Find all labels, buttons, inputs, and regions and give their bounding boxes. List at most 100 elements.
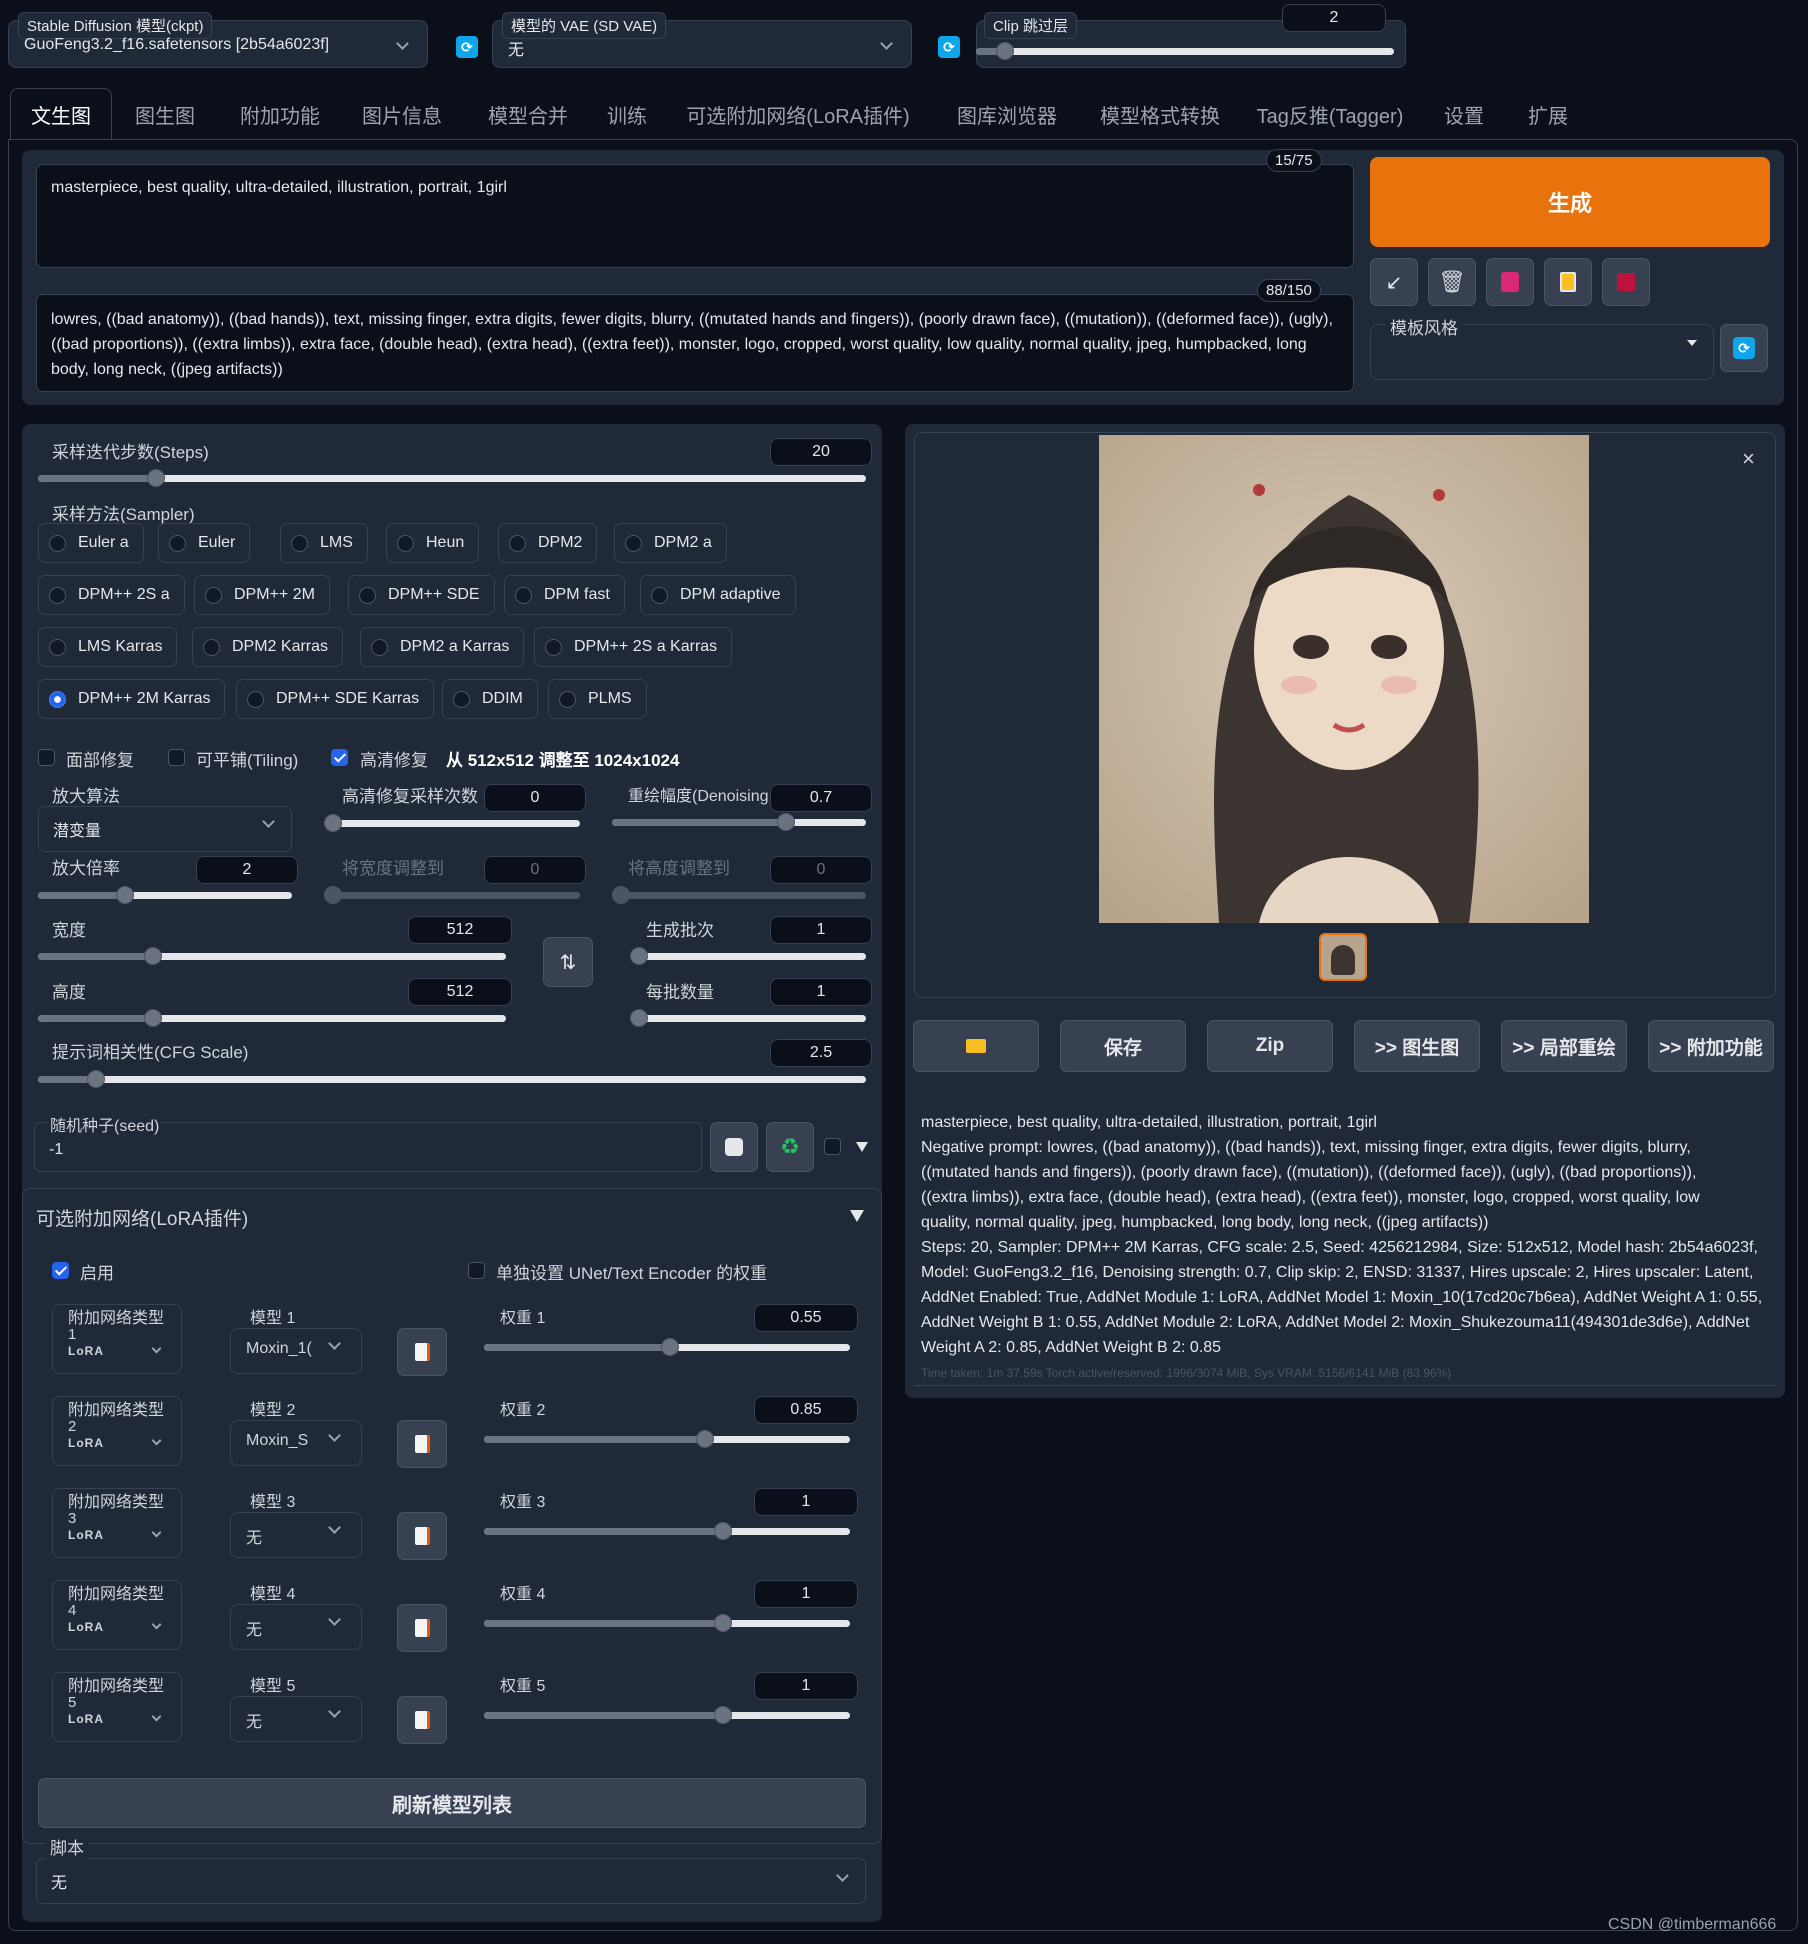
refresh-checkpoint-icon[interactable]: ⟳: [456, 36, 478, 58]
weight-input[interactable]: 0.55: [754, 1304, 858, 1332]
tab-6[interactable]: 训练: [592, 88, 662, 140]
denoise-input[interactable]: 0.7: [770, 784, 872, 812]
width-slider[interactable]: [38, 947, 506, 965]
tab-1[interactable]: 文生图: [10, 88, 112, 140]
weight-slider[interactable]: [484, 1430, 850, 1448]
sampler-option[interactable]: Euler a: [38, 523, 144, 563]
output-button-1[interactable]: 保存: [1060, 1020, 1186, 1072]
batch-count-slider[interactable]: [630, 947, 866, 965]
resize-width-input[interactable]: 0: [484, 856, 586, 884]
generated-image[interactable]: [1099, 435, 1589, 923]
batch-size-input[interactable]: 1: [770, 978, 872, 1006]
hires-steps-input[interactable]: 0: [484, 784, 586, 812]
collapse-triangle-icon[interactable]: [850, 1210, 864, 1222]
tab-3[interactable]: 附加功能: [218, 88, 342, 140]
refresh-style-icon[interactable]: ⟳: [1720, 324, 1768, 372]
cfg-slider[interactable]: [38, 1070, 866, 1088]
sampler-option[interactable]: Heun: [386, 523, 480, 563]
hires-steps-slider[interactable]: [324, 814, 580, 832]
denoise-slider[interactable]: [612, 813, 866, 831]
refresh-vae-icon[interactable]: ⟳: [938, 36, 960, 58]
steps-slider[interactable]: [38, 469, 866, 487]
edit-note-icon[interactable]: [397, 1696, 447, 1744]
generate-button[interactable]: 生成: [1370, 157, 1770, 247]
lora-enable-checkbox[interactable]: [52, 1262, 69, 1279]
upscaler-select[interactable]: 潜变量: [38, 806, 292, 852]
tab-9[interactable]: 模型格式转换: [1078, 88, 1242, 140]
sampler-option[interactable]: PLMS: [548, 679, 647, 719]
lora-title[interactable]: 可选附加网络(LoRA插件): [36, 1204, 248, 1231]
edit-note-icon[interactable]: [397, 1512, 447, 1560]
sampler-option[interactable]: LMS: [280, 523, 368, 563]
sampler-option[interactable]: DPM++ SDE: [348, 575, 495, 615]
sampler-option[interactable]: DPM2: [498, 523, 598, 563]
output-button-4[interactable]: >> 局部重绘: [1501, 1020, 1627, 1072]
face-restore-checkbox[interactable]: [38, 749, 55, 766]
edit-note-icon[interactable]: [397, 1420, 447, 1468]
expand-triangle-icon[interactable]: [856, 1142, 868, 1152]
trash-icon[interactable]: 🗑: [1428, 258, 1476, 306]
tab-2[interactable]: 图生图: [110, 88, 220, 140]
output-button-2[interactable]: Zip: [1207, 1020, 1333, 1072]
weight-slider[interactable]: [484, 1338, 850, 1356]
weight-input[interactable]: 0.85: [754, 1396, 858, 1424]
dice-icon[interactable]: [710, 1122, 758, 1172]
sampler-option[interactable]: DPM fast: [504, 575, 625, 615]
sampler-option[interactable]: DPM++ 2M: [194, 575, 330, 615]
hires-fix-checkbox[interactable]: [331, 749, 348, 766]
tab-4[interactable]: 图片信息: [340, 88, 464, 140]
sampler-option[interactable]: DPM2 Karras: [192, 627, 344, 667]
weight-input[interactable]: 1: [754, 1580, 858, 1608]
tiling-checkbox[interactable]: [168, 749, 185, 766]
clip-skip-slider[interactable]: [976, 42, 1394, 60]
image-style-icon[interactable]: [1486, 258, 1534, 306]
tab-8[interactable]: 图库浏览器: [936, 88, 1078, 140]
height-slider[interactable]: [38, 1009, 506, 1027]
sampler-option[interactable]: DPM++ 2S a Karras: [534, 627, 733, 667]
resize-height-input[interactable]: 0: [770, 856, 872, 884]
sampler-option[interactable]: DDIM: [442, 679, 538, 719]
batch-size-slider[interactable]: [630, 1009, 866, 1027]
positive-prompt-textarea[interactable]: masterpiece, best quality, ultra-detaile…: [36, 164, 1354, 268]
weight-slider[interactable]: [484, 1614, 850, 1632]
height-input[interactable]: 512: [408, 978, 512, 1006]
swap-dimensions-icon[interactable]: ⇅: [543, 937, 593, 987]
batch-count-input[interactable]: 1: [770, 916, 872, 944]
tab-12[interactable]: 扩展: [1506, 88, 1590, 140]
negative-prompt-textarea[interactable]: lowres, ((bad anatomy)), ((bad hands)), …: [36, 294, 1354, 392]
extra-seed-checkbox[interactable]: [824, 1138, 841, 1155]
folder-icon[interactable]: [913, 1020, 1039, 1072]
script-select[interactable]: 无: [36, 1858, 866, 1904]
sampler-option[interactable]: Euler: [158, 523, 251, 563]
steps-input[interactable]: 20: [770, 438, 872, 466]
weight-input[interactable]: 1: [754, 1488, 858, 1516]
resize-height-slider[interactable]: [612, 886, 866, 904]
tab-10[interactable]: Tag反推(Tagger): [1240, 88, 1420, 140]
read-params-icon[interactable]: ↙: [1370, 258, 1418, 306]
clip-skip-input[interactable]: 2: [1282, 4, 1386, 32]
output-button-5[interactable]: >> 附加功能: [1648, 1020, 1774, 1072]
tab-5[interactable]: 模型合并: [464, 88, 592, 140]
sampler-option[interactable]: DPM++ 2S a: [38, 575, 185, 615]
width-input[interactable]: 512: [408, 916, 512, 944]
separate-weights-checkbox[interactable]: [468, 1262, 485, 1279]
scale-input[interactable]: 2: [196, 856, 298, 884]
refresh-models-button[interactable]: 刷新模型列表: [38, 1778, 866, 1828]
save-style-icon[interactable]: [1602, 258, 1650, 306]
clipboard-icon[interactable]: [1544, 258, 1592, 306]
scale-slider[interactable]: [38, 886, 292, 904]
sampler-option[interactable]: DPM++ SDE Karras: [236, 679, 435, 719]
edit-note-icon[interactable]: [397, 1328, 447, 1376]
weight-input[interactable]: 1: [754, 1672, 858, 1700]
output-button-3[interactable]: >> 图生图: [1354, 1020, 1480, 1072]
weight-slider[interactable]: [484, 1706, 850, 1724]
sampler-option[interactable]: LMS Karras: [38, 627, 178, 667]
tab-7[interactable]: 可选附加网络(LoRA插件): [676, 88, 920, 140]
resize-width-slider[interactable]: [324, 886, 580, 904]
edit-note-icon[interactable]: [397, 1604, 447, 1652]
thumbnail[interactable]: [1319, 933, 1367, 981]
sampler-option[interactable]: DPM adaptive: [640, 575, 796, 615]
weight-slider[interactable]: [484, 1522, 850, 1540]
recycle-icon[interactable]: ♻: [766, 1122, 814, 1172]
sampler-option[interactable]: DPM++ 2M Karras: [38, 679, 226, 719]
